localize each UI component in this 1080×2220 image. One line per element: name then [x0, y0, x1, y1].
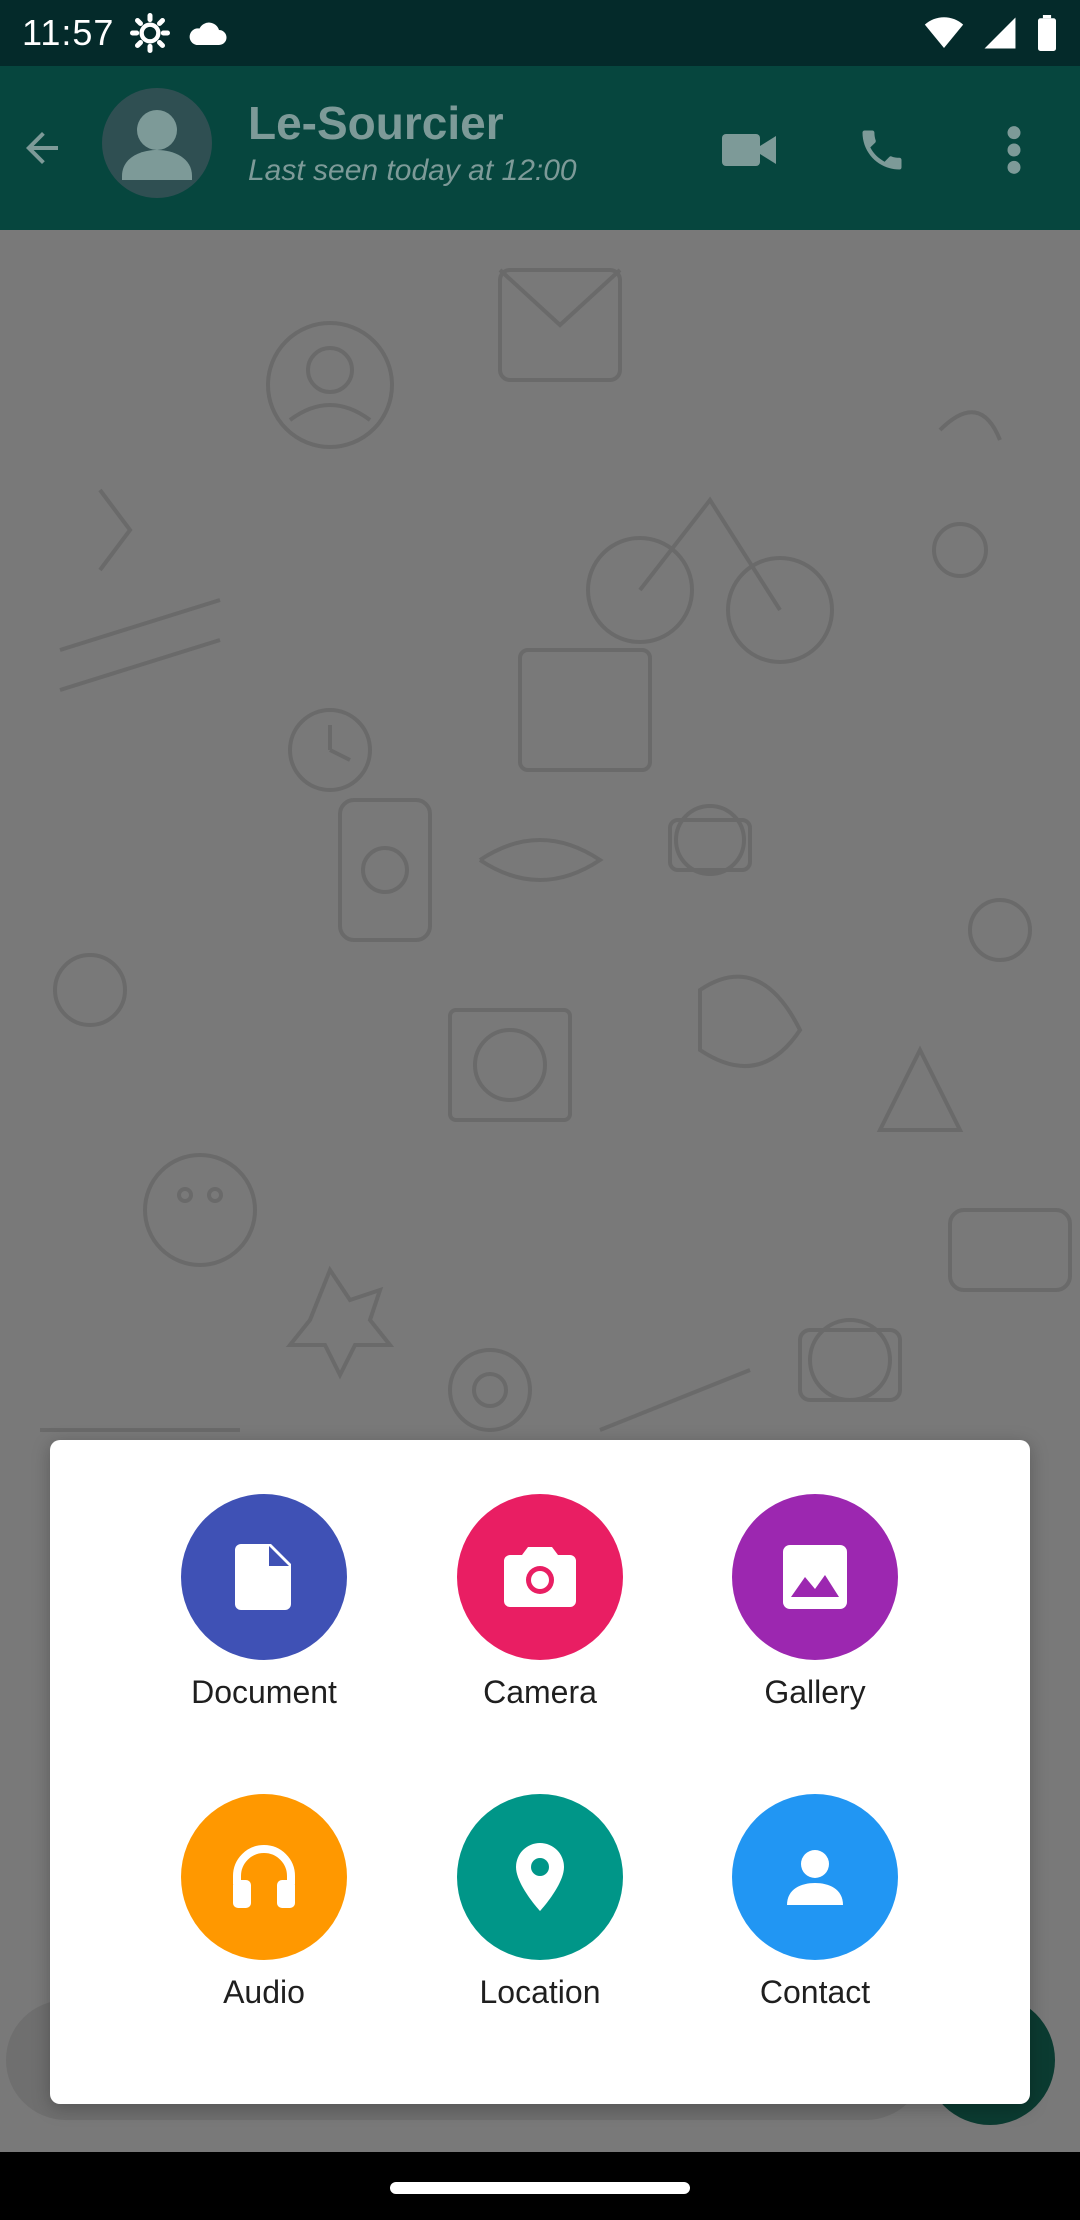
back-button[interactable]: [10, 116, 74, 180]
last-seen-status: Last seen today at 12:00: [248, 154, 577, 187]
gallery-icon: [783, 1545, 847, 1609]
contact-name[interactable]: Le-Sourcier: [248, 96, 504, 150]
video-call-button[interactable]: [710, 110, 790, 190]
attach-document-label: Document: [191, 1674, 337, 1710]
contact-person-icon: [787, 1850, 843, 1905]
more-vert-icon: [1007, 126, 1021, 174]
attach-location-button[interactable]: Location: [430, 1794, 650, 2034]
headphones-icon: [233, 1845, 295, 1908]
settings-icon: [130, 13, 171, 53]
wifi-icon: [924, 17, 964, 48]
avatar-person-icon: [122, 110, 192, 180]
attach-location-circle[interactable]: [457, 1794, 623, 1960]
attach-gallery-circle[interactable]: [732, 1494, 898, 1660]
attachment-sheet: Document Camera Gallery Audio Location C…: [50, 1440, 1030, 2104]
status-left-icons: [130, 13, 228, 53]
camera-icon: [504, 1547, 576, 1607]
status-time: 11:57: [22, 12, 115, 53]
attach-location-label: Location: [479, 1974, 601, 2010]
back-arrow-icon: [26, 132, 58, 164]
attach-gallery-button[interactable]: Gallery: [705, 1494, 925, 1734]
attach-camera-circle[interactable]: [457, 1494, 623, 1660]
attach-contact-circle[interactable]: [732, 1794, 898, 1960]
attach-contact-label: Contact: [759, 1974, 871, 2010]
more-options-button[interactable]: [974, 110, 1054, 190]
document-icon: [235, 1544, 291, 1610]
cloud-icon: [190, 22, 227, 45]
attach-camera-button[interactable]: Camera: [430, 1494, 650, 1734]
attach-audio-circle[interactable]: [181, 1794, 347, 1960]
attach-document-circle[interactable]: [181, 1494, 347, 1660]
attach-document-button[interactable]: Document: [154, 1494, 374, 1734]
attach-gallery-label: Gallery: [764, 1674, 866, 1710]
status-right-icons: [924, 15, 1058, 51]
avatar[interactable]: [102, 88, 212, 198]
signal-icon: [984, 17, 1016, 49]
status-bar: 11:57: [0, 0, 1080, 66]
system-navigation-bar: [0, 2152, 1080, 2220]
attach-audio-button[interactable]: Audio: [154, 1794, 374, 2034]
home-gesture-handle[interactable]: [390, 2182, 690, 2194]
attach-camera-label: Camera: [483, 1674, 597, 1710]
chat-header: Le-Sourcier Last seen today at 12:00: [0, 66, 1080, 230]
attach-contact-button[interactable]: Contact: [705, 1794, 925, 2034]
battery-icon: [1038, 15, 1056, 51]
voice-call-button[interactable]: [842, 110, 922, 190]
attach-audio-label: Audio: [223, 1974, 305, 2010]
location-pin-icon: [516, 1843, 564, 1911]
video-call-icon: [722, 134, 776, 166]
phone-icon: [862, 130, 902, 170]
